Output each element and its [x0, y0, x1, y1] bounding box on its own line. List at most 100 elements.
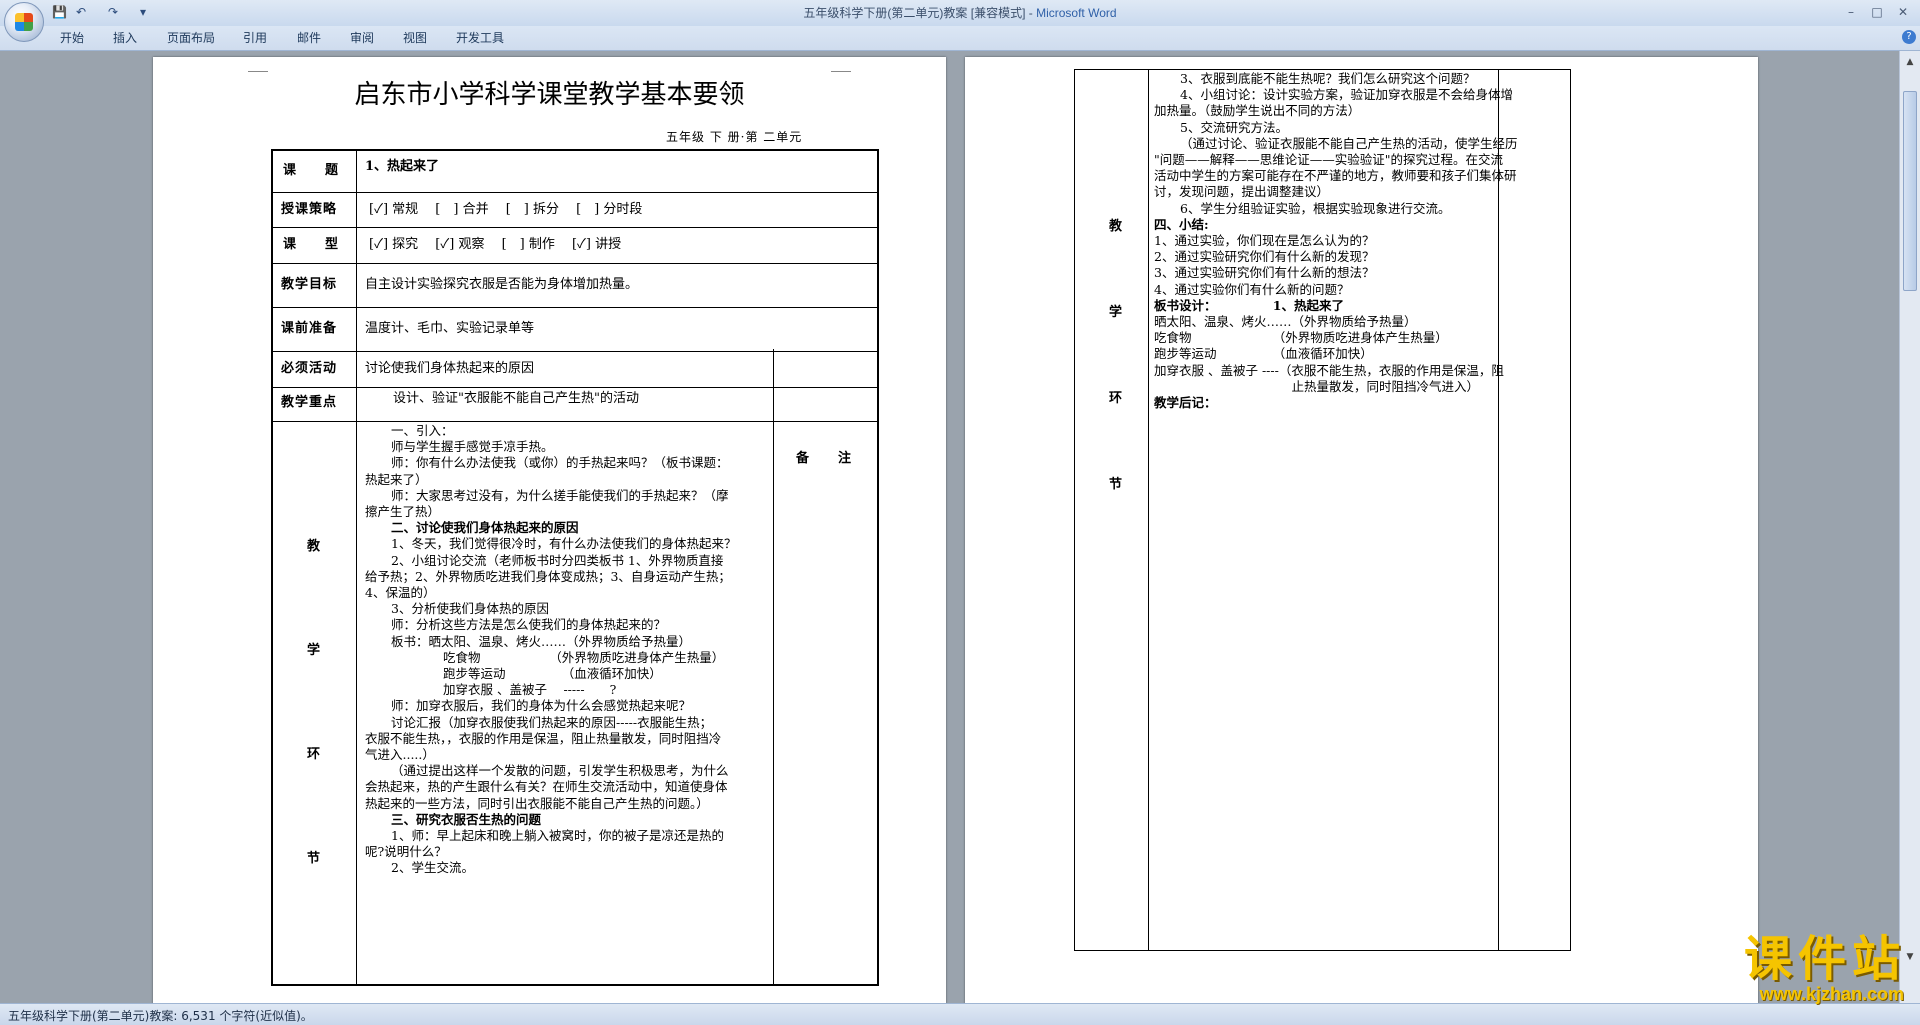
side-label-char: 学 — [1109, 305, 1123, 320]
document-title: 五年级科学下册(第二单元)教案 [兼容模式] - — [803, 6, 1037, 20]
body-line: 1、冬天，我们觉得很冷时，有什么办法使我们的身体热起来？ — [391, 536, 737, 552]
row-value-goal: 自主设计实验探究衣服是否能为身体增加热量。 — [365, 277, 639, 292]
body-line: 2、小组讨论交流（老师板书时分四类板书 1、外界物质直接 — [391, 552, 724, 568]
body-line: 3、衣服到底能不能生热呢？我们怎么研究这个问题？ — [1180, 71, 1476, 86]
body-line: 一、引入： — [391, 423, 454, 438]
row-value-type: [✓] 探究 [✓] 观察 [ ] 制作 [✓] 讲授 — [369, 237, 622, 252]
body-line: 师：分析这些方法是怎么使我们的身体热起来的？ — [391, 617, 667, 633]
ribbon-tab-bar: 开始 插入 页面布局 引用 邮件 审阅 视图 开发工具 ? — [0, 26, 1920, 51]
table-row-line — [271, 307, 879, 308]
body-line: 吃食物 （外界物质吃进身体产生热量） — [443, 649, 725, 665]
tab-view[interactable]: 视图 — [403, 30, 427, 46]
body-line: 教学后记： — [1154, 395, 1217, 411]
document-workspace[interactable]: 启东市小学科学课堂教学基本要领 五年级 下 册·第 二单元 课 题 1、热起来了… — [0, 51, 1900, 1004]
table-row-line — [271, 421, 879, 422]
row-label-strategy: 授课策略 — [281, 202, 338, 217]
body-line: 4、通过实验你们有什么新的问题？ — [1154, 281, 1350, 297]
body-line: 跑步等运动 （血液循环加快） — [1154, 346, 1373, 362]
vertical-scrollbar[interactable]: ▲ ▼ — [1899, 51, 1920, 1004]
maximize-button[interactable]: □ — [1866, 3, 1888, 21]
tab-references[interactable]: 引用 — [243, 30, 267, 46]
body-line: 晒太阳、温泉、烤火……（外界物质给予热量） — [1154, 314, 1417, 330]
body-line: （通过讨论、验证衣服能不能自己产生热的活动，使学生经历 — [1180, 135, 1518, 151]
body-line: 止热量散发，同时阻挡冷气进入） — [1154, 378, 1480, 394]
table-divider — [773, 349, 774, 986]
body-line: 加穿衣服 、盖被子 ----（衣服不能生热，衣服的作用是保温，阻 — [1154, 362, 1504, 378]
side-label-char: 节 — [307, 851, 321, 866]
body-line: 衣服不能生热，，衣服的作用是保温，阻止热量散发，同时阻挡冷 — [365, 730, 722, 746]
body-line: 6、学生分组验证实验，根据实验现象进行交流。 — [1180, 200, 1451, 216]
body-line: 板书：晒太阳、温泉、烤火……（外界物质给予热量） — [391, 633, 692, 649]
tab-page-layout[interactable]: 页面布局 — [167, 30, 215, 46]
body-line: 呢?说明什么？ — [365, 844, 447, 860]
page-1[interactable]: 启东市小学科学课堂教学基本要领 五年级 下 册·第 二单元 课 题 1、热起来了… — [153, 57, 946, 1004]
body-line: 热起来的一些方法，同时引出衣服能不能自己产生热的问题。） — [365, 795, 709, 811]
table-divider — [356, 149, 357, 349]
table-divider — [1498, 69, 1499, 951]
body-line: 吃食物 （外界物质吃进身体产生热量） — [1154, 330, 1448, 346]
watermark-url: www.kjzhan.com — [1759, 984, 1904, 1004]
margin-corner — [831, 57, 851, 72]
side-label-char: 环 — [307, 747, 321, 762]
body-line: 活动中学生的方案可能存在不严谨的地方，教师要和孩子们集体研 — [1154, 168, 1517, 184]
side-label-char: 教 — [307, 539, 321, 554]
body-line: 4、保温的） — [365, 585, 436, 601]
scroll-thumb[interactable] — [1903, 91, 1917, 291]
status-word-count[interactable]: 五年级科学下册(第二单元)教案: 6,531 个字符(近似值)。 — [8, 1007, 313, 1024]
table-row-line — [271, 192, 879, 193]
body-line: 2、通过实验研究你们有什么新的发现？ — [1154, 249, 1375, 265]
watermark: 课件站 www.kjzhan.com — [1676, 932, 1906, 1004]
body-line: 2、学生交流。 — [391, 860, 474, 876]
side-label-char: 节 — [1109, 477, 1123, 492]
status-bar: 五年级科学下册(第二单元)教案: 6,531 个字符(近似值)。 — [0, 1003, 1920, 1025]
page-2[interactable]: 教 学 环 节 3、衣服到底能不能生热呢？我们怎么研究这个问题？ 4、小组讨论：设… — [965, 57, 1758, 1004]
row-label-topic: 课 题 — [283, 163, 340, 178]
body-line: 气进入.....） — [365, 747, 435, 763]
table-divider — [1148, 69, 1149, 951]
minimize-button[interactable]: – — [1840, 3, 1862, 21]
row-value-strategy: [✓] 常规 [ ] 合并 [ ] 拆分 [ ] 分时段 — [369, 202, 643, 217]
tab-insert[interactable]: 插入 — [113, 30, 137, 46]
doc-subtitle: 五年级 下 册·第 二单元 — [666, 130, 803, 144]
row-value-activity: 讨论使我们身体热起来的原因 — [365, 361, 535, 376]
tab-developer[interactable]: 开发工具 — [456, 30, 504, 46]
body-line: 加热量。（鼓励学生说出不同的方法） — [1154, 103, 1361, 119]
body-line: "问题——解释——思维论证——实验验证"的探究过程。在交流 — [1154, 152, 1503, 168]
office-button[interactable] — [4, 2, 44, 42]
body-line: 会热起来，热的产生跟什么有关？在师生交流活动中，知道使身体 — [365, 779, 728, 795]
body-line: 跑步等运动 （血液循环加快） — [443, 666, 662, 682]
body-line: 1、通过实验，你们现在是怎么认为的？ — [1154, 233, 1375, 249]
body-line: （通过提出这样一个发散的问题，引发学生积极思考，为什么 — [391, 763, 729, 779]
side-label-char: 教 — [1109, 219, 1123, 234]
body-line: 5、交流研究方法。 — [1180, 119, 1288, 135]
body-line: 板书设计： 1、热起来了 — [1154, 297, 1344, 313]
body-line: 三、研究衣服否生热的问题 — [391, 811, 542, 827]
lesson-body-continued: 3、衣服到底能不能生热呢？我们怎么研究这个问题？ 4、小组讨论：设计实验方案，验证… — [1154, 71, 1518, 411]
doc-title: 启东市小学科学课堂教学基本要领 — [354, 80, 745, 110]
row-label-type: 课 型 — [283, 237, 340, 252]
row-label-activity: 必须活动 — [281, 361, 338, 376]
body-line: 热起来了） — [365, 471, 428, 487]
body-line: 讨，发现问题，提出调整建议） — [1154, 184, 1330, 200]
lesson-body: 一、引入： 师与学生握手感觉手凉手热。 师：你有什么办法使我（或你）的手热起来吗？（… — [365, 423, 769, 877]
side-label-char: 学 — [307, 643, 321, 658]
body-line: 四、小结: — [1154, 216, 1209, 232]
margin-corner — [248, 57, 268, 72]
tab-home[interactable]: 开始 — [60, 30, 84, 46]
scroll-up-icon[interactable]: ▲ — [1903, 55, 1917, 69]
row-label-goal: 教学目标 — [281, 277, 338, 292]
help-icon[interactable]: ? — [1902, 30, 1916, 44]
office-logo-icon — [15, 13, 33, 31]
close-button[interactable]: ✕ — [1892, 3, 1914, 21]
tab-mailings[interactable]: 邮件 — [297, 30, 321, 46]
body-line: 二、讨论使我们身体热起来的原因 — [391, 520, 579, 536]
row-label-prep: 课前准备 — [281, 321, 338, 336]
table-row-line — [271, 351, 879, 352]
table-row-line — [271, 387, 879, 388]
body-line: 1、师：早上起床和晚上躺入被窝时，你的被子是凉还是热的 — [391, 828, 724, 844]
tab-review[interactable]: 审阅 — [350, 30, 374, 46]
window-title: 五年级科学下册(第二单元)教案 [兼容模式] - Microsoft Word — [0, 4, 1920, 21]
body-line: 师：加穿衣服后，我们的身体为什么会感觉热起来呢？ — [391, 698, 692, 714]
row-value-topic: 1、热起来了 — [365, 159, 440, 174]
table-row-line — [271, 227, 879, 228]
